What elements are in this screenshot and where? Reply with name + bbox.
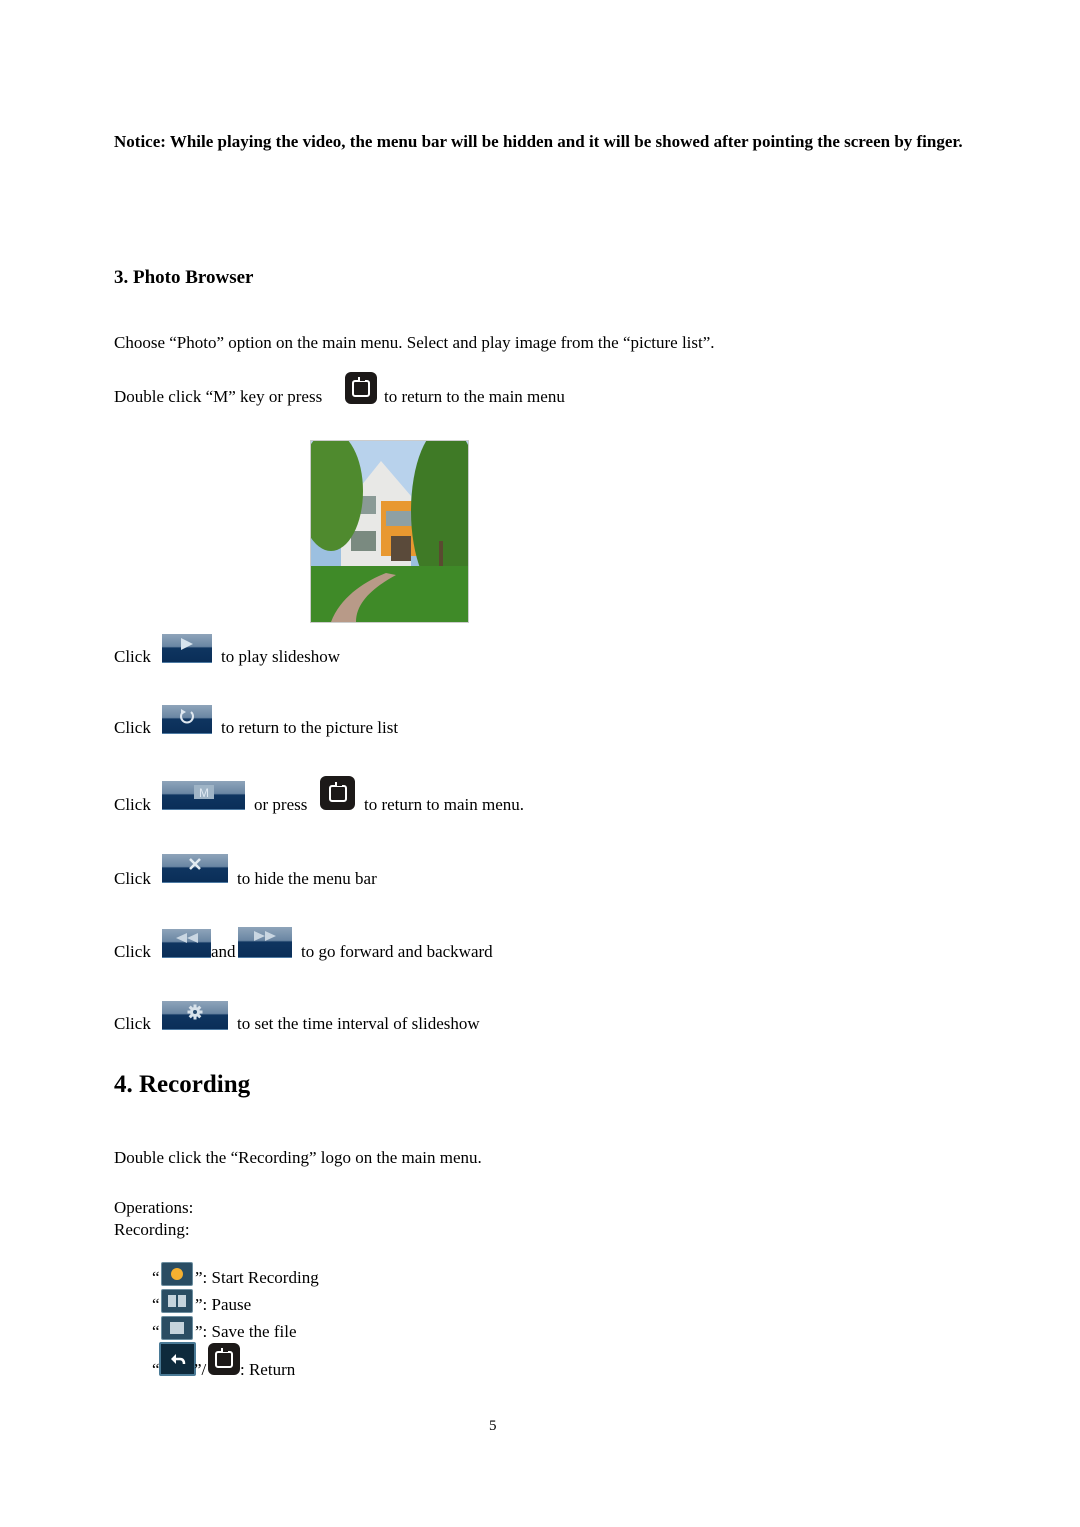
- instruction-text: to set the time interval of slideshow: [237, 1014, 480, 1033]
- instruction-text: to return to main menu.: [364, 795, 525, 814]
- return-to-list-button[interactable]: [162, 705, 212, 734]
- quote-open: “: [152, 1295, 160, 1314]
- pause-label: ”: Pause: [195, 1295, 252, 1314]
- instruction-click-label: Click: [114, 942, 151, 961]
- building-photo: [310, 440, 469, 623]
- play-icon: [181, 638, 193, 650]
- back-arrow-icon: [170, 1354, 185, 1365]
- m-icon: M: [193, 785, 214, 800]
- stop-icon: [170, 1322, 184, 1334]
- return-key-icon: [320, 776, 355, 810]
- section-heading-photo-browser: 3. Photo Browser: [114, 267, 254, 288]
- return-button[interactable]: [159, 1342, 196, 1376]
- return-label: : Return: [240, 1360, 296, 1379]
- fast-forward-icon: [254, 931, 276, 941]
- page-number: 5: [489, 1418, 497, 1434]
- instruction-middle-text: and: [211, 942, 236, 961]
- recording-label: Recording:: [114, 1220, 190, 1239]
- quote-close: ”/: [194, 1360, 207, 1379]
- notice-text: Notice: While playing the video, the men…: [114, 132, 963, 151]
- rotate-icon: [180, 709, 194, 724]
- return-line-before: Double click “M” key or press: [114, 387, 323, 406]
- operations-label: Operations:: [114, 1198, 194, 1217]
- instruction-middle-text: or press: [254, 795, 308, 814]
- instruction-click-label: Click: [114, 647, 151, 666]
- recording-intro-text: Double click the “Recording” logo on the…: [114, 1148, 482, 1167]
- start-recording-label: ”: Start Recording: [195, 1268, 319, 1287]
- instruction-text: to go forward and backward: [301, 942, 493, 961]
- hide-menu-bar-button[interactable]: [162, 854, 228, 883]
- svg-text:M: M: [199, 786, 209, 800]
- gear-icon: [187, 1004, 203, 1020]
- instruction-text: to play slideshow: [221, 647, 340, 666]
- photo-intro-text: Choose “Photo” option on the main menu. …: [114, 333, 715, 352]
- record-icon: [171, 1268, 183, 1280]
- play-slideshow-button[interactable]: [162, 634, 212, 663]
- quote-open: “: [152, 1322, 160, 1341]
- save-file-label: ”: Save the file: [195, 1322, 297, 1341]
- x-icon: [189, 858, 201, 870]
- section-heading-recording: 4. Recording: [114, 1071, 251, 1098]
- return-key-icon: [208, 1343, 240, 1375]
- quote-open: “: [152, 1268, 160, 1287]
- forward-button[interactable]: [238, 927, 292, 958]
- instruction-click-label: Click: [114, 869, 151, 888]
- slideshow-settings-button[interactable]: [162, 1001, 228, 1030]
- return-line-after: to return to the main menu: [384, 387, 565, 406]
- main-menu-button[interactable]: M: [162, 781, 245, 810]
- start-recording-button[interactable]: [161, 1262, 193, 1286]
- pause-icon: [168, 1295, 186, 1307]
- return-key-icon: [345, 372, 377, 404]
- instruction-click-label: Click: [114, 1014, 151, 1033]
- rewind-icon: [175, 933, 198, 943]
- rewind-button[interactable]: [162, 929, 211, 958]
- save-file-button[interactable]: [161, 1316, 193, 1340]
- instruction-click-label: Click: [114, 718, 151, 737]
- instruction-text: to return to the picture list: [221, 718, 399, 737]
- pause-button[interactable]: [161, 1289, 193, 1313]
- instruction-text: to hide the menu bar: [237, 869, 377, 888]
- instruction-click-label: Click: [114, 795, 151, 814]
